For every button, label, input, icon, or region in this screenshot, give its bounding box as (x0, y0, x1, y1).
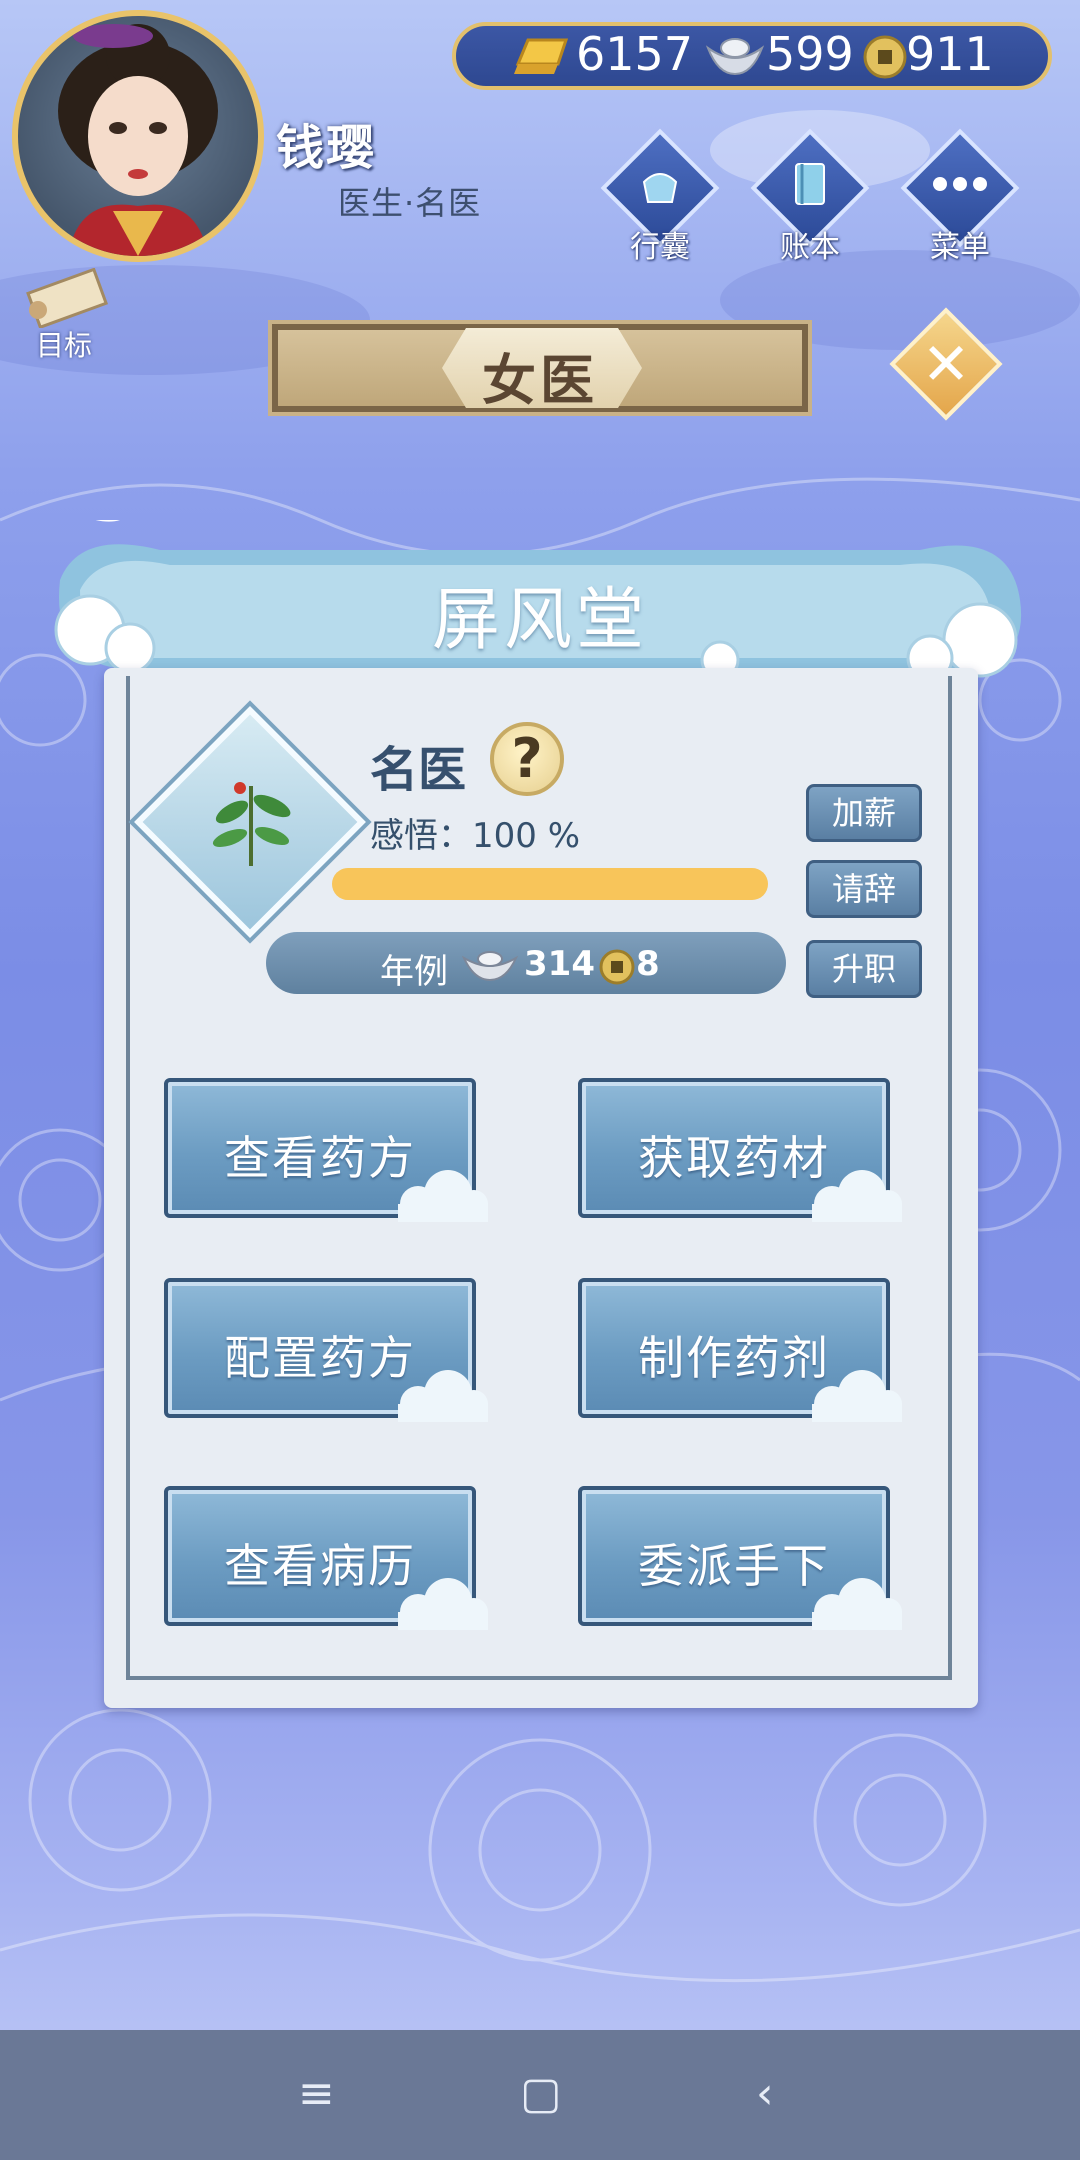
portrait-icon (58, 24, 218, 256)
make-medicine-button[interactable]: 制作药剂 (578, 1278, 902, 1422)
cloud-icon (398, 1370, 488, 1422)
close-icon: ✕ (921, 330, 971, 398)
herb-icon (212, 782, 291, 866)
view-records-button[interactable]: 查看病历 (164, 1486, 488, 1630)
insight-text: 感悟：100 % (370, 816, 581, 856)
promote-button[interactable]: 升职 (806, 940, 922, 998)
silver-ingot-icon (705, 38, 765, 76)
menu-button[interactable]: 菜单 (900, 128, 1020, 265)
page-title: 女医 (482, 349, 598, 412)
player-title: 医生·名医 (338, 184, 482, 222)
raise-salary-button[interactable]: 加薪 (806, 784, 922, 842)
salary-silver: 314 (524, 944, 595, 984)
insight-progress-bar (332, 868, 768, 900)
bag-label: 行囊 (630, 230, 690, 265)
get-herbs-button[interactable]: 获取药材 (578, 1078, 902, 1222)
home-icon[interactable]: ▢ (520, 2068, 562, 2119)
menu-label: 菜单 (930, 230, 990, 265)
rank-name: 名医 (370, 742, 467, 798)
salary-silver-icon (461, 951, 519, 982)
cloud-icon (398, 1578, 488, 1630)
header-plaque: 女医 (268, 320, 812, 416)
ledger-label: 账本 (780, 230, 840, 265)
silver-count: 599 (766, 27, 854, 81)
player-name: 钱璎 (276, 120, 377, 176)
location-title: 屏风堂 (431, 581, 648, 660)
cloud-icon (812, 1370, 902, 1422)
more-icon (933, 177, 987, 191)
configure-prescription-button[interactable]: 配置药方 (164, 1278, 488, 1422)
cloud-icon (812, 1170, 902, 1222)
recent-apps-icon[interactable]: ≡ (298, 2068, 335, 2119)
goal-button[interactable]: 目标 (14, 268, 124, 362)
scroll-icon (26, 268, 109, 328)
salary-coin: 8 (636, 944, 660, 984)
assign-subordinate-button[interactable]: 委派手下 (578, 1486, 902, 1630)
goal-label: 目标 (36, 329, 93, 362)
ledger-button[interactable]: 账本 (750, 128, 870, 265)
cloud-icon (812, 1578, 902, 1630)
ledger-icon (795, 163, 825, 205)
bag-button[interactable]: 行囊 (600, 128, 720, 265)
salary-coin-icon (599, 949, 635, 985)
help-button[interactable]: ? (490, 722, 564, 796)
gold-bar-icon (514, 38, 569, 74)
back-icon[interactable]: ‹ (756, 2068, 774, 2119)
resign-button[interactable]: 请辞 (806, 860, 922, 918)
insight-progress-fill (332, 868, 768, 900)
cloud-icon (398, 1170, 488, 1222)
bag-icon (642, 173, 678, 203)
view-prescription-button[interactable]: 查看药方 (164, 1078, 488, 1222)
salary-label: 年例 (380, 952, 448, 992)
coin-count: 911 (906, 27, 994, 81)
coin-icon (863, 35, 907, 79)
player-avatar[interactable] (12, 10, 264, 262)
gold-bar-count: 6157 (576, 27, 694, 81)
